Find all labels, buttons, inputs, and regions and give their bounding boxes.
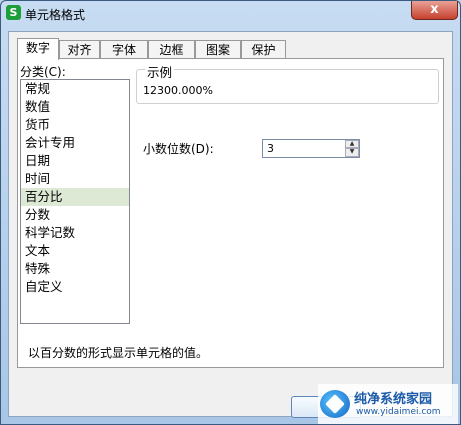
close-button[interactable]: x — [411, 1, 458, 20]
increment-arrow-icon[interactable]: ▲ — [345, 140, 359, 148]
category-item-percentage[interactable]: 百分比 — [21, 188, 129, 206]
watermark-title: 纯净系统家园 — [354, 392, 433, 407]
format-description: 以百分数的形式显示单元格的值。 — [28, 346, 209, 360]
watermark-url: www.yidaimei.com — [356, 407, 441, 417]
decimal-places-value[interactable]: 3 — [267, 142, 274, 155]
tab-patterns[interactable]: 图案 — [195, 40, 241, 59]
category-item-time[interactable]: 时间 — [21, 170, 129, 188]
category-item-accounting[interactable]: 会计专用 — [21, 134, 129, 152]
tab-number[interactable]: 数字 — [17, 38, 59, 60]
category-item-currency[interactable]: 货币 — [21, 116, 129, 134]
category-item-number[interactable]: 数值 — [21, 98, 129, 116]
tab-protection[interactable]: 保护 — [241, 40, 286, 59]
decrement-arrow-icon[interactable]: ▼ — [345, 148, 359, 157]
tab-font[interactable]: 字体 — [100, 40, 148, 59]
site-watermark: 纯净系统家园 www.yidaimei.com — [318, 384, 458, 424]
sample-title: 示例 — [145, 62, 175, 81]
tab-alignment[interactable]: 对齐 — [59, 40, 100, 59]
category-item-general[interactable]: 常规 — [21, 80, 129, 98]
format-cells-dialog: S 单元格格式 x 数字 对齐 字体 边框 图案 保护 分类(C): 常规 数值… — [0, 0, 461, 425]
category-label: 分类(C): — [20, 65, 66, 79]
category-list[interactable]: 常规 数值 货币 会计专用 日期 时间 百分比 分数 科学记数 文本 特殊 自定… — [20, 79, 130, 324]
watermark-logo-icon — [320, 390, 350, 418]
dialog-body: 数字 对齐 字体 边框 图案 保护 分类(C): 常规 数值 货币 会计专用 日… — [8, 31, 453, 418]
number-tab-panel: 分类(C): 常规 数值 货币 会计专用 日期 时间 百分比 分数 科学记数 文… — [17, 58, 444, 368]
category-item-custom[interactable]: 自定义 — [21, 278, 129, 296]
sample-group: 示例 12300.000% — [136, 62, 439, 104]
category-item-scientific[interactable]: 科学记数 — [21, 224, 129, 242]
wps-app-icon: S — [6, 5, 21, 20]
decimal-places-label: 小数位数(D): — [143, 142, 214, 156]
dialog-title: 单元格格式 — [25, 8, 86, 22]
decimal-places-stepper[interactable]: 3 ▲ ▼ — [262, 139, 360, 158]
sample-value: 12300.000% — [143, 84, 213, 97]
category-item-special[interactable]: 特殊 — [21, 260, 129, 278]
title-bar: S 单元格格式 x — [1, 1, 460, 25]
category-item-text[interactable]: 文本 — [21, 242, 129, 260]
stepper-buttons: ▲ ▼ — [345, 140, 359, 157]
tab-border[interactable]: 边框 — [148, 40, 195, 59]
category-item-fraction[interactable]: 分数 — [21, 206, 129, 224]
category-item-date[interactable]: 日期 — [21, 152, 129, 170]
